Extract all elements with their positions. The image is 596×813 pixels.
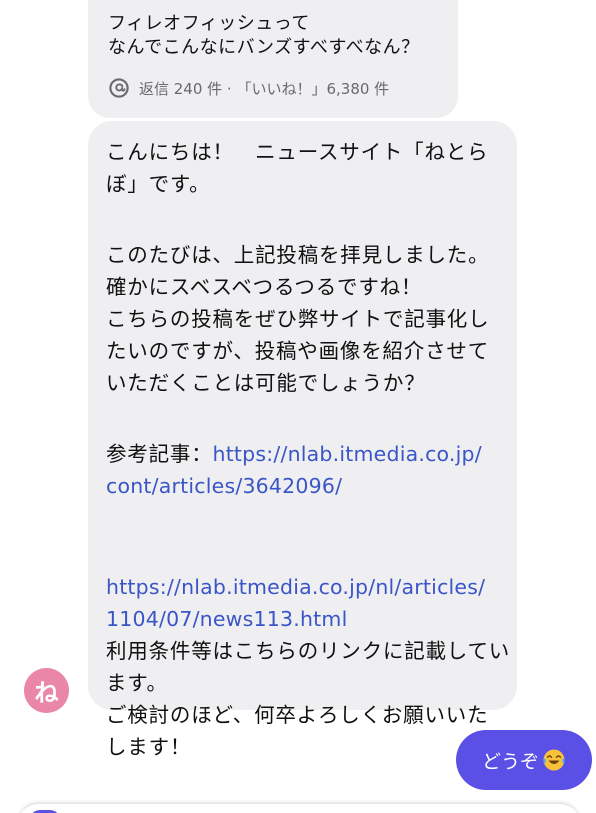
message-line: ご検討のほど、何卒よろしくお願いいた xyxy=(106,703,489,727)
reference-article-link-cont[interactable]: cont/articles/3642096/ xyxy=(106,474,342,498)
reference-label: 参考記事： xyxy=(106,442,213,466)
terms-link-line-continued: 1104/07/news113.html xyxy=(106,603,506,635)
sender-avatar[interactable]: ね xyxy=(24,668,69,713)
avatar-initial: ね xyxy=(34,679,59,707)
message-line: たいのですが、投稿や画像を紹介させて xyxy=(106,339,489,363)
threads-icon xyxy=(108,77,130,99)
message-composer[interactable] xyxy=(18,803,580,813)
message-line: こちらの投稿をぜひ弊サイトで記事化し xyxy=(106,307,490,331)
terms-link-cont[interactable]: 1104/07/news113.html xyxy=(106,607,347,631)
shared-post-meta: 返信 240 件 · 「いいね！」6,380 件 xyxy=(108,75,389,101)
reference-line-continued: cont/articles/3642096/ xyxy=(106,470,506,502)
terms-link-line: https://nlab.itmedia.co.jp/nl/articles/ xyxy=(106,571,506,603)
reference-line: 参考記事：https://nlab.itmedia.co.jp/ xyxy=(106,438,506,470)
message-line: こんにちは！ ニュースサイト「ねとら xyxy=(106,140,489,164)
shared-post-text: フィレオフィッシュって なんでこんなにバンズすべすべなん？ xyxy=(108,12,420,60)
reference-article-link[interactable]: https://nlab.itmedia.co.jp/ xyxy=(213,442,482,466)
terms-link[interactable]: https://nlab.itmedia.co.jp/nl/articles/ xyxy=(106,575,485,599)
message-line: します！ xyxy=(106,735,192,759)
shared-post-line: なんでこんなにバンズすべすべなん？ xyxy=(108,37,420,58)
shared-post-line: フィレオフィッシュって xyxy=(108,13,310,34)
message-line: 利用条件等はこちらのリンクに記載してい xyxy=(106,639,511,663)
message-line: ます。 xyxy=(106,671,168,695)
face-with-tears-of-joy-icon xyxy=(542,748,566,772)
chat-screen: フィレオフィッシュって なんでこんなにバンズすべすべなん？ 返信 240 件 ·… xyxy=(0,0,596,813)
shared-post-stats: 返信 240 件 · 「いいね！」6,380 件 xyxy=(139,79,390,98)
outgoing-message-bubble[interactable]: どうぞ xyxy=(456,730,592,790)
message-line: いただくことは可能でしょうか？ xyxy=(106,371,426,395)
message-line: このたびは、上記投稿を拝見しました。 xyxy=(106,243,490,267)
reply-text: どうぞ xyxy=(481,750,539,773)
message-line: 確かにスベスベつるつるですね！ xyxy=(106,275,423,299)
message-line: ぼ」です。 xyxy=(106,172,211,196)
incoming-message-text: こんにちは！ ニュースサイト「ねとら ぼ」です。 このたびは、上記投稿を拝見しま… xyxy=(106,136,511,763)
